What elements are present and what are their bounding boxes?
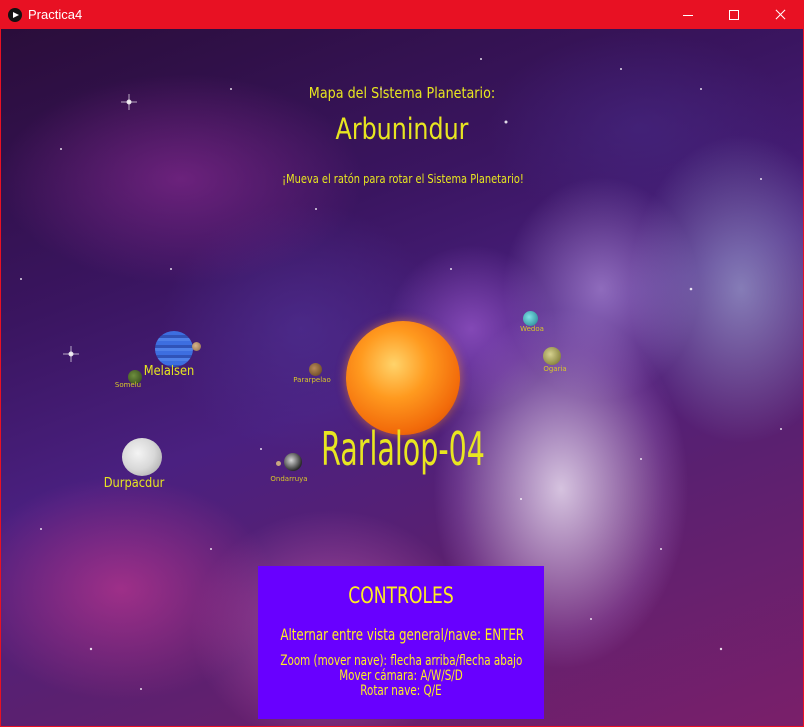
planet-label-small-ochre: Ogaria [543, 365, 567, 373]
controls-panel: CONTROLES Alternar entre vista general/n… [258, 566, 544, 719]
app-window: Practica4 Mapa del Sistema Planetario: A… [0, 0, 804, 727]
mouse-hint: ¡Mueva el ratón para rotar el Sistema Pl… [282, 172, 524, 186]
moon-melalsen [192, 342, 201, 351]
star-label: Rarlalop-04 [321, 422, 485, 476]
planet-small-teal [523, 311, 538, 326]
planet-melalsen [155, 331, 193, 367]
planet-label-small-green: Somelu [114, 381, 142, 389]
window-title: Practica4 [28, 7, 83, 22]
system-name: Arbunindur [335, 112, 469, 146]
control-rotate-ship: Rotar nave: Q/E [360, 683, 442, 699]
planet-label-small-brown: Pararpelao [293, 376, 331, 384]
planet-label-small-teal: Wedoa [520, 325, 544, 333]
planet-durpacdur [122, 438, 162, 476]
moon-ondarruya [276, 461, 281, 466]
planet-ondarruya [284, 453, 302, 471]
planet-small-ochre [543, 347, 561, 365]
control-toggle-view: Alternar entre vista general/nave: ENTER [280, 625, 525, 644]
processing-app-icon [8, 8, 22, 22]
controls-title: CONTROLES [348, 584, 454, 609]
minimize-button[interactable] [665, 1, 711, 29]
planet-small-brown [309, 363, 322, 376]
planet-label-ondarruya: Ondarruya [270, 475, 308, 483]
planet-label-melalsen: Melalsen [143, 364, 195, 379]
control-zoom: Zoom (mover nave): flecha arriba/flecha … [280, 653, 523, 669]
maximize-button[interactable] [711, 1, 757, 29]
control-move-camera: Mover cámara: A/W/S/D [339, 668, 463, 684]
close-button[interactable] [757, 1, 803, 29]
sketch-canvas[interactable]: Mapa del Sistema Planetario: Arbunindur … [1, 29, 803, 726]
star-sun [346, 321, 460, 435]
title-bar[interactable]: Practica4 [1, 1, 803, 29]
planet-label-durpacdur: Durpacdur [103, 476, 165, 491]
map-subtitle: Mapa del Sistema Planetario: [308, 84, 496, 102]
